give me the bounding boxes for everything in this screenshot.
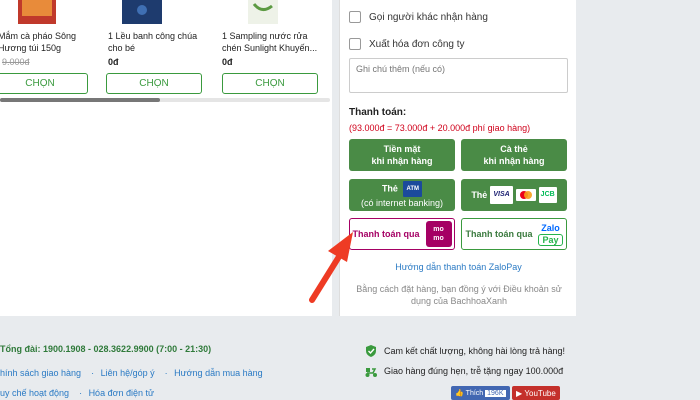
select-product-button[interactable]: CHỌN <box>222 73 318 94</box>
momo-logo-icon: mo mo <box>425 221 452 247</box>
atm-icon: ATM <box>403 181 423 197</box>
delivery-promise: Giao hàng đúng hẹn, trễ tặng ngay 100.00… <box>364 364 563 378</box>
product-image <box>0 0 102 24</box>
product-name: 1 Sampling nước rửa chén Sunlight Khuyến… <box>222 31 318 53</box>
product-price: 0đ <box>222 57 233 67</box>
facebook-like-button[interactable]: 👍 Thích 196K <box>451 386 510 400</box>
zalopay-guide-link[interactable]: Hướng dẫn thanh toán ZaloPay <box>340 262 577 272</box>
hotline-text: Tổng đài: 1900.1908 - 028.3622.9900 (7:0… <box>0 344 212 354</box>
shield-check-icon <box>366 345 376 357</box>
delivery-promise-text: Giao hàng đúng hẹn, trễ tặng ngay 100.00… <box>384 366 564 376</box>
product-image <box>222 0 328 24</box>
payment-title: Thanh toán: <box>349 107 407 118</box>
zalopay-label: Thanh toán qua <box>465 229 533 239</box>
facebook-like-count: 196K <box>485 389 506 397</box>
other-receiver-checkbox[interactable] <box>349 11 361 23</box>
cash-label: Tiền mặt <box>383 144 421 154</box>
thumbs-up-icon: 👍 <box>455 390 464 397</box>
cash-sub-label: khi nhận hàng <box>371 156 433 166</box>
card-sub-label: khi nhận hàng <box>483 156 545 166</box>
select-product-button[interactable]: CHỌN <box>0 73 88 94</box>
footer-link-operating-rules[interactable]: uy chế hoạt động <box>0 388 69 398</box>
delivery-scooter-icon <box>365 368 377 377</box>
payment-total-formula: (93.000đ = 73.000đ + 20.000đ phí giao hà… <box>349 123 531 133</box>
checkout-panel: Gọi người khác nhận hàng Xuất hóa đơn cô… <box>339 0 576 316</box>
product-price: 0đ <box>108 57 119 67</box>
youtube-button[interactable]: ▶ YouTube <box>512 386 560 400</box>
footer-link-e-invoice[interactable]: Hóa đơn điện tử <box>89 388 154 398</box>
product-old-price: 9.000đ <box>2 57 30 67</box>
card-label: Cà thẻ <box>500 144 528 154</box>
company-invoice-label: Xuất hóa đơn công ty <box>369 38 465 50</box>
footer-link-shipping-policy[interactable]: hính sách giao hàng <box>0 368 81 378</box>
suggested-products-panel: Mắm cà pháo Sông Hương túi 150g 9.000đ C… <box>0 0 332 316</box>
product-image-icon <box>18 0 56 24</box>
company-invoice-checkbox[interactable] <box>349 38 361 50</box>
product-card: 1 Lều banh công chúa cho bé 0đ CHỌN <box>106 0 214 94</box>
visa-icon: VISA <box>490 186 513 204</box>
select-product-button[interactable]: CHỌN <box>106 73 202 94</box>
product-card: 1 Sampling nước rửa chén Sunlight Khuyến… <box>222 0 328 94</box>
site-footer: Tổng đài: 1900.1908 - 028.3622.9900 (7:0… <box>0 316 700 400</box>
momo-pay-button[interactable]: Thanh toán qua mo mo <box>349 218 455 250</box>
zalopay-logo-icon: Zalo Pay <box>538 223 563 246</box>
cash-on-delivery-button[interactable]: Tiền mặt khi nhận hàng <box>349 139 455 171</box>
youtube-play-icon: ▶ <box>516 388 523 398</box>
product-name: Mắm cà pháo Sông Hương túi 150g <box>0 31 77 53</box>
product-card: Mắm cà pháo Sông Hương túi 150g 9.000đ C… <box>0 0 102 94</box>
product-image-icon <box>122 0 162 24</box>
footer-links-row: hính sách giao hàng · Liên hệ/góp ý · Hướn… <box>0 368 263 378</box>
quality-promise: Cam kết chất lượng, không hài lòng trả h… <box>364 344 565 358</box>
other-receiver-option[interactable]: Gọi người khác nhận hàng <box>349 11 488 23</box>
international-card-button[interactable]: Thẻ VISA JCB <box>461 179 567 211</box>
momo-label: Thanh toán qua <box>352 229 420 239</box>
footer-link-buying-guide[interactable]: Hướng dẫn mua hàng <box>174 368 262 378</box>
terms-notice: Bằng cách đặt hàng, bạn đồng ý với Điều … <box>356 284 562 306</box>
intl-card-label: Thẻ <box>471 190 488 200</box>
atm-card-button[interactable]: Thẻ ATM (có internet banking) <box>349 179 455 211</box>
atm-label: Thẻ <box>381 183 398 194</box>
mastercard-icon <box>515 189 536 201</box>
card-on-delivery-button[interactable]: Cà thẻ khi nhận hàng <box>461 139 567 171</box>
products-scrollbar-thumb[interactable] <box>0 98 160 102</box>
footer-links-row: uy chế hoạt động · Hóa đơn điện tử <box>0 388 155 398</box>
order-note-input[interactable] <box>349 58 568 93</box>
other-receiver-label: Gọi người khác nhận hàng <box>369 11 488 23</box>
product-image <box>108 0 214 24</box>
atm-sub-label: (có internet banking) <box>360 198 444 208</box>
jcb-icon: JCB <box>538 187 557 203</box>
products-scrollbar[interactable] <box>0 98 330 102</box>
footer-link-contact[interactable]: Liên hệ/góp ý <box>101 368 155 378</box>
quality-promise-text: Cam kết chất lượng, không hài lòng trả h… <box>384 346 566 356</box>
product-image-icon <box>248 0 278 24</box>
company-invoice-option[interactable]: Xuất hóa đơn công ty <box>349 38 465 50</box>
product-name: 1 Lều banh công chúa cho bé <box>108 31 198 53</box>
zalopay-button[interactable]: Thanh toán qua Zalo Pay <box>461 218 567 250</box>
